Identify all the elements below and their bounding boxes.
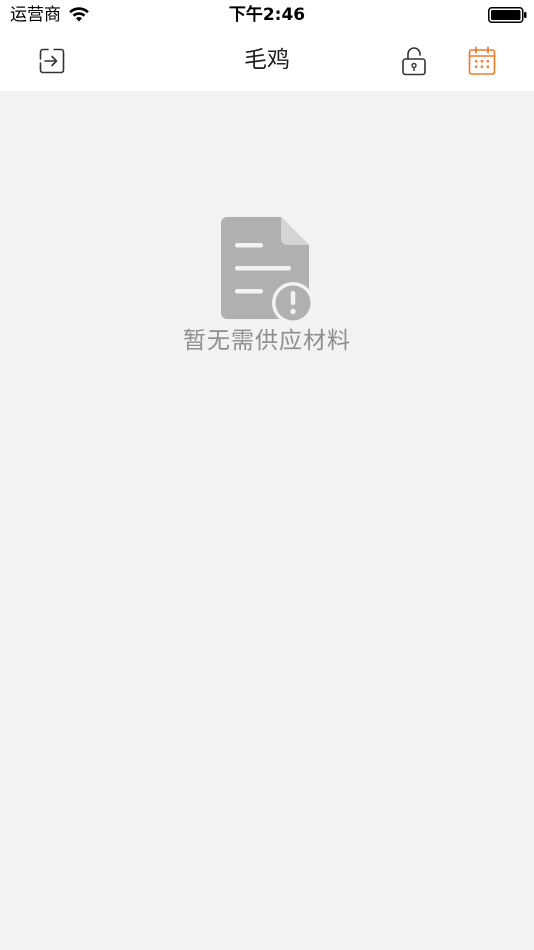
empty-message: 暂无需供应材料 (183, 328, 351, 354)
status-time: 下午2:46 (228, 5, 306, 25)
exit-icon (39, 48, 65, 74)
main-content: 暂无需供应材料 (0, 91, 534, 950)
exit-button[interactable] (35, 44, 69, 78)
empty-state: 暂无需供应材料 (0, 213, 534, 356)
battery-icon (488, 7, 527, 23)
calendar-icon (468, 46, 496, 75)
calendar-button[interactable] (465, 44, 499, 78)
status-bar: 运营商 下午2:46 (0, 0, 534, 30)
lock-open-icon (402, 47, 426, 76)
nav-bar: 毛鸡 (0, 30, 534, 91)
document-warning-icon (221, 217, 314, 324)
lock-button[interactable] (397, 44, 431, 78)
app-screen: 运营商 下午2:46 毛鸡 暂无需供应材料 (0, 0, 534, 950)
page-title: 毛鸡 (244, 47, 290, 73)
